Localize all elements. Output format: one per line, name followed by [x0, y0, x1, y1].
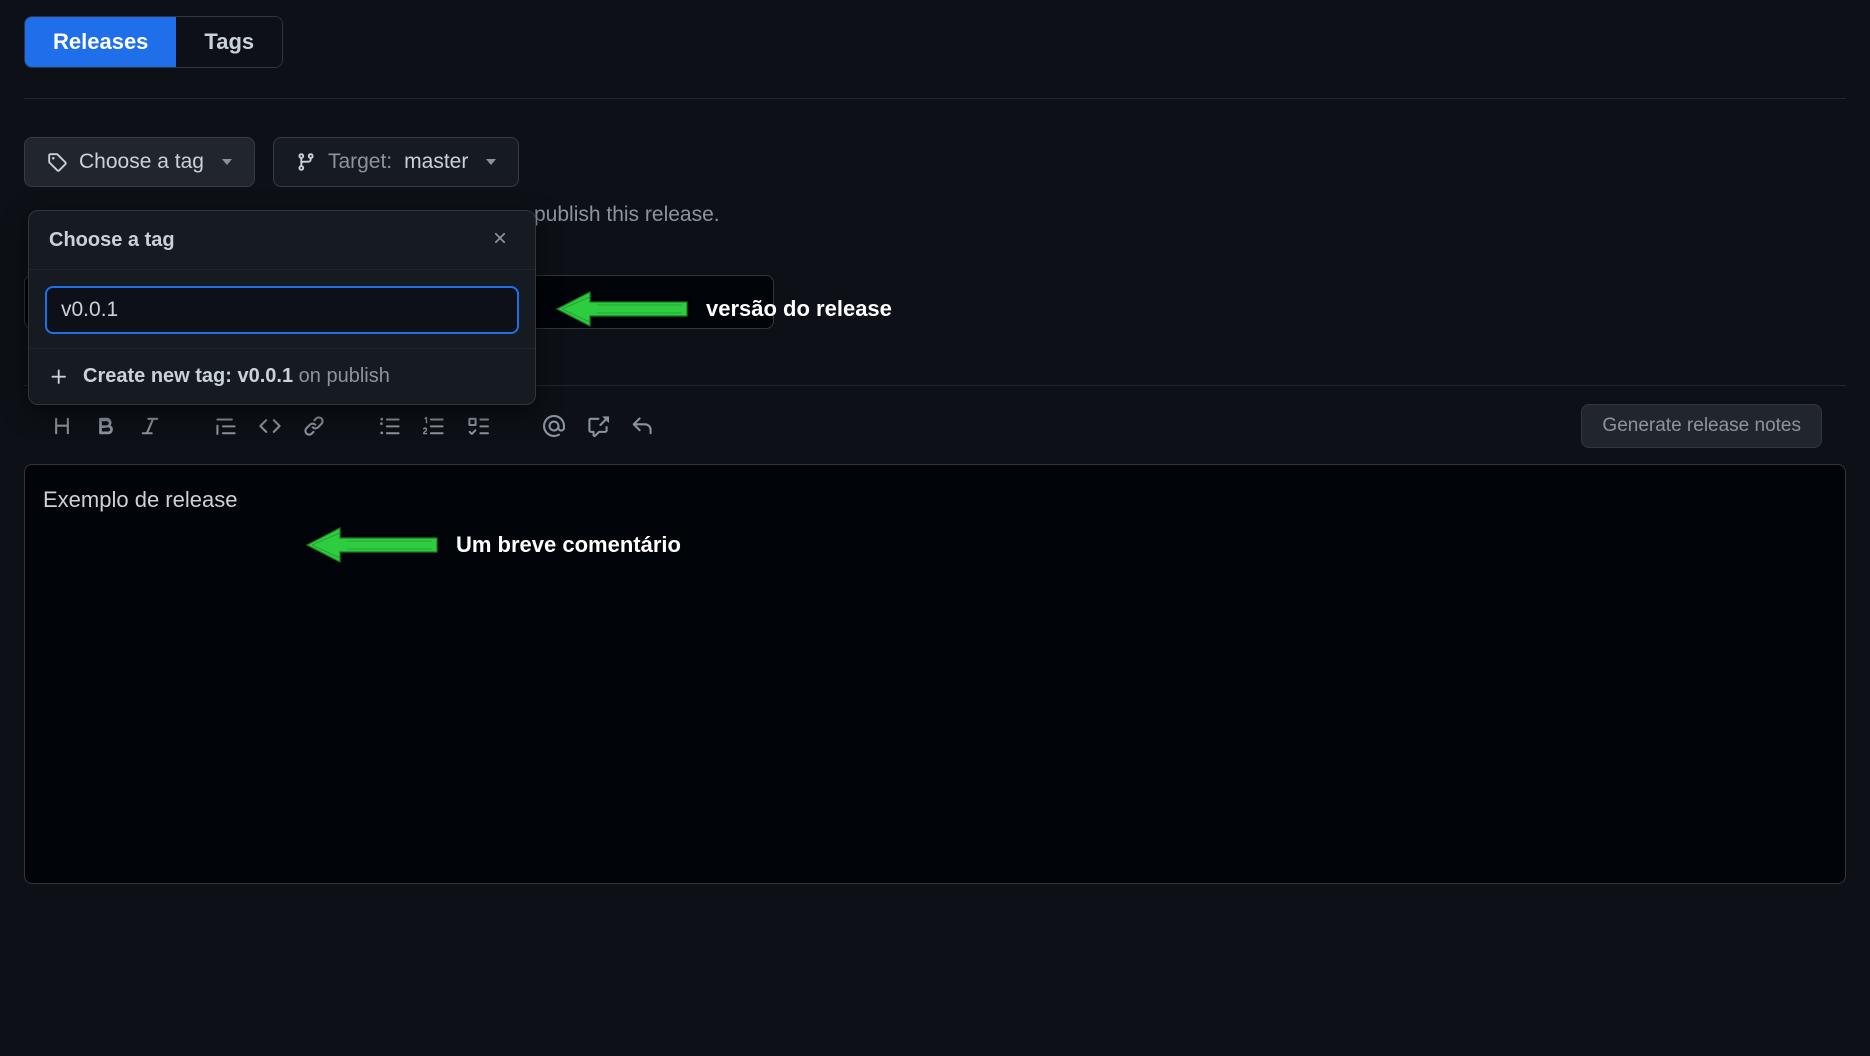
- target-label: Target:: [328, 150, 392, 174]
- caret-down-icon: [222, 159, 232, 165]
- dropdown-header: Choose a tag: [29, 211, 535, 270]
- release-controls: Choose a tag Target: master: [24, 137, 1846, 187]
- git-branch-icon: [296, 152, 316, 172]
- bold-icon: [95, 415, 117, 437]
- helper-text: publish this release.: [534, 203, 1846, 227]
- dropdown-title: Choose a tag: [49, 229, 175, 252]
- plus-icon: [49, 367, 69, 387]
- tasklist-button[interactable]: [464, 412, 492, 440]
- quote-button[interactable]: [212, 412, 240, 440]
- link-icon: [303, 415, 325, 437]
- italic-button[interactable]: [136, 412, 164, 440]
- unordered-list-button[interactable]: [376, 412, 404, 440]
- heading-button[interactable]: [48, 412, 76, 440]
- generate-release-notes-button[interactable]: Generate release notes: [1581, 404, 1822, 448]
- tag-search-input[interactable]: [45, 286, 519, 334]
- tag-dropdown-panel: Choose a tag Create new tag: v0.0.1 on p…: [28, 210, 536, 405]
- mention-icon: [543, 415, 565, 437]
- choose-tag-label: Choose a tag: [79, 150, 204, 174]
- editor-section: Generate release notes: [24, 385, 1846, 889]
- reply-icon: [631, 415, 653, 437]
- close-icon: [491, 229, 509, 247]
- cross-reference-icon: [587, 415, 609, 437]
- link-button[interactable]: [300, 412, 328, 440]
- close-button[interactable]: [485, 225, 515, 255]
- code-button[interactable]: [256, 412, 284, 440]
- create-tag-option[interactable]: Create new tag: v0.0.1 on publish: [29, 348, 535, 404]
- tab-tags[interactable]: Tags: [176, 17, 282, 67]
- tasklist-icon: [467, 415, 489, 437]
- target-branch-value: master: [404, 150, 468, 174]
- tabs-nav: Releases Tags: [24, 16, 283, 68]
- dropdown-input-wrap: [29, 270, 535, 348]
- italic-icon: [139, 415, 161, 437]
- list-unordered-icon: [379, 415, 401, 437]
- target-branch-button[interactable]: Target: master: [273, 137, 519, 187]
- release-description-textarea[interactable]: [24, 464, 1846, 884]
- choose-tag-button[interactable]: Choose a tag: [24, 137, 255, 187]
- section-divider: [24, 98, 1846, 99]
- list-ordered-icon: [423, 415, 445, 437]
- cross-reference-button[interactable]: [584, 412, 612, 440]
- mention-button[interactable]: [540, 412, 568, 440]
- ordered-list-button[interactable]: [420, 412, 448, 440]
- caret-down-icon: [486, 159, 496, 165]
- create-tag-name: v0.0.1: [238, 365, 294, 387]
- create-tag-prefix: Create new tag:: [83, 365, 232, 387]
- markdown-toolbar: Generate release notes: [24, 400, 1846, 452]
- tab-releases[interactable]: Releases: [25, 17, 176, 67]
- tag-icon: [47, 152, 67, 172]
- reply-button[interactable]: [628, 412, 656, 440]
- heading-icon: [51, 415, 73, 437]
- code-icon: [259, 415, 281, 437]
- create-tag-suffix: on publish: [299, 365, 390, 387]
- quote-icon: [215, 415, 237, 437]
- bold-button[interactable]: [92, 412, 120, 440]
